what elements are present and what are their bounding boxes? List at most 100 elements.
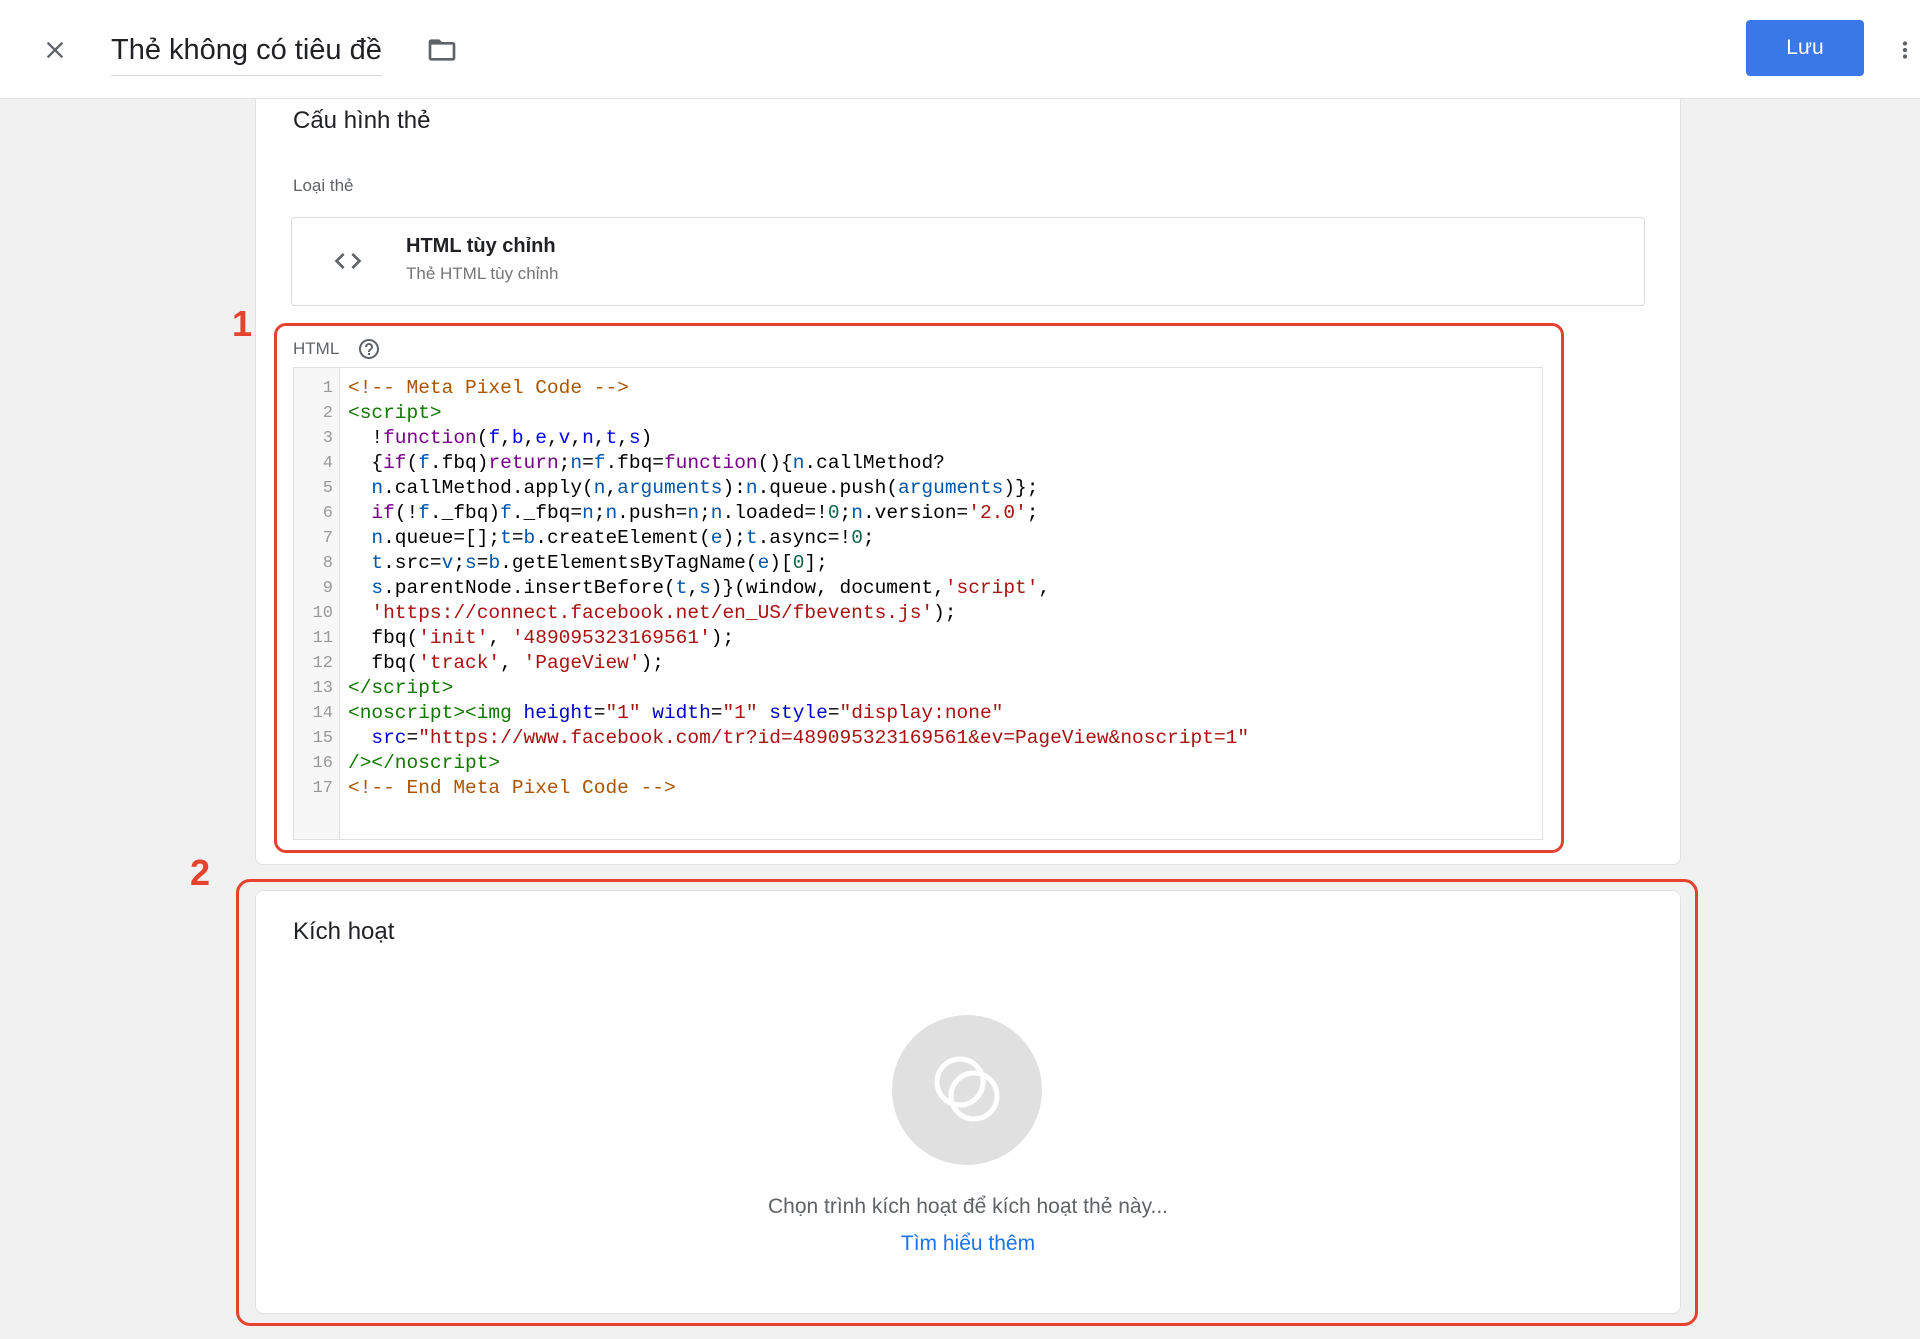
help-circle-icon[interactable] <box>357 337 381 361</box>
folder-icon[interactable] <box>426 34 458 66</box>
code-token: t <box>675 577 688 599</box>
line-number: 13 <box>312 679 333 698</box>
code-line: {if(f.fbq)return;n=f.fbq=function(){n.ca… <box>348 451 1249 476</box>
code-token: 'init' <box>418 627 489 649</box>
code-token: n <box>605 502 618 524</box>
code-token: '489095323169561' <box>511 627 711 649</box>
code-token: n <box>582 502 594 524</box>
code-token: ; <box>1026 502 1039 524</box>
code-token: ); <box>722 527 746 549</box>
code-token: = <box>406 727 419 749</box>
code-token: , <box>523 427 536 449</box>
code-token: .version= <box>862 502 969 524</box>
code-token: function <box>383 427 477 449</box>
code-line: </script> <box>348 676 1249 701</box>
more-vert-icon[interactable] <box>1892 36 1918 64</box>
code-token: , <box>617 427 629 449</box>
code-content[interactable]: <!-- Meta Pixel Code --> <script> !functi… <box>348 376 1249 801</box>
code-token: <!-- Meta Pixel Code --> <box>348 377 629 399</box>
code-token: ; <box>558 452 571 474</box>
code-token: <!-- End Meta Pixel Code --> <box>348 777 676 799</box>
code-line: <!-- End Meta Pixel Code --> <box>348 776 1249 801</box>
code-token: ; <box>593 502 606 524</box>
line-number: 5 <box>322 479 333 498</box>
line-number: 4 <box>322 454 333 473</box>
code-token: )[ <box>769 552 793 574</box>
code-token: e <box>535 427 547 449</box>
trigger-icon <box>934 1056 1000 1122</box>
code-line: <noscript><img height="1" width="1" styl… <box>348 701 1249 726</box>
code-token: ! <box>348 427 384 449</box>
code-token: s <box>465 552 477 574</box>
code-token: )}(window, document, <box>710 577 945 599</box>
tag-configuration-heading: Cấu hình thẻ <box>293 107 431 134</box>
code-token: width <box>652 702 711 724</box>
code-token: e <box>757 552 770 574</box>
code-token: f <box>500 502 512 524</box>
code-token: .parentNode.insertBefore( <box>383 577 676 599</box>
line-number: 11 <box>312 629 333 648</box>
line-number: 12 <box>312 654 333 673</box>
code-token: "display:none" <box>839 702 1004 724</box>
code-line: n.queue=[];t=b.createElement(e);t.async=… <box>348 526 1249 551</box>
line-number: 8 <box>322 554 333 573</box>
code-token: , <box>605 477 618 499</box>
code-token: '2.0' <box>968 502 1027 524</box>
html-code-editor[interactable]: 1 2 3 4 5 6 7 8 9 10 11 12 13 14 15 16 17 <!-- Meta Pixe… <box>293 367 1543 840</box>
code-token: src <box>371 727 407 749</box>
code-token: , <box>500 652 524 674</box>
line-number: 16 <box>312 754 333 773</box>
code-token: ) <box>640 427 653 449</box>
code-token: 'track' <box>418 652 501 674</box>
code-token: )}; <box>1003 477 1039 499</box>
code-token: , <box>488 627 512 649</box>
save-button[interactable]: Lưu <box>1746 20 1864 76</box>
code-token: .push= <box>617 502 688 524</box>
tag-type-selector[interactable]: HTML tùy chỉnh Thẻ HTML tùy chỉnh <box>291 217 1645 306</box>
code-token: f <box>418 452 430 474</box>
code-token: arguments <box>898 477 1004 499</box>
code-token: ( <box>406 452 419 474</box>
code-line: fbq('init', '489095323169561'); <box>348 626 1249 651</box>
code-token: 'https://connect.facebook.net/en_US/fbev… <box>371 602 934 624</box>
close-icon[interactable] <box>41 36 69 64</box>
code-token: ; <box>839 502 852 524</box>
code-token: ; <box>862 527 875 549</box>
tag-type-name: HTML tùy chỉnh <box>406 235 556 257</box>
add-trigger-button[interactable] <box>892 1015 1042 1165</box>
code-token: <script> <box>348 402 442 424</box>
code-token: n <box>570 452 583 474</box>
code-token: s <box>371 577 384 599</box>
line-number: 2 <box>322 404 333 423</box>
code-token: , <box>687 577 700 599</box>
code-token: .queue=[]; <box>383 527 501 549</box>
code-line: 'https://connect.facebook.net/en_US/fbev… <box>348 601 1249 626</box>
code-token: .createElement( <box>535 527 711 549</box>
code-token: { <box>348 452 384 474</box>
code-token: ); <box>640 652 664 674</box>
line-number: 7 <box>322 529 333 548</box>
code-token: f <box>418 502 430 524</box>
code-token: </script> <box>348 677 454 699</box>
code-token: n <box>710 502 723 524</box>
line-number: 9 <box>322 579 333 598</box>
code-token: ( <box>476 427 489 449</box>
code-token: t <box>500 527 512 549</box>
code-token: arguments <box>617 477 723 499</box>
annotation-number-1: 1 <box>232 303 253 344</box>
code-token: 'script' <box>944 577 1039 599</box>
learn-more-link[interactable]: Tìm hiểu thêm <box>901 1232 1035 1255</box>
code-token: = <box>511 527 524 549</box>
code-token: e <box>710 527 723 549</box>
tag-title[interactable]: Thẻ không có tiêu đề <box>111 32 382 76</box>
code-line: fbq('track', 'PageView'); <box>348 651 1249 676</box>
code-token: height <box>523 702 594 724</box>
